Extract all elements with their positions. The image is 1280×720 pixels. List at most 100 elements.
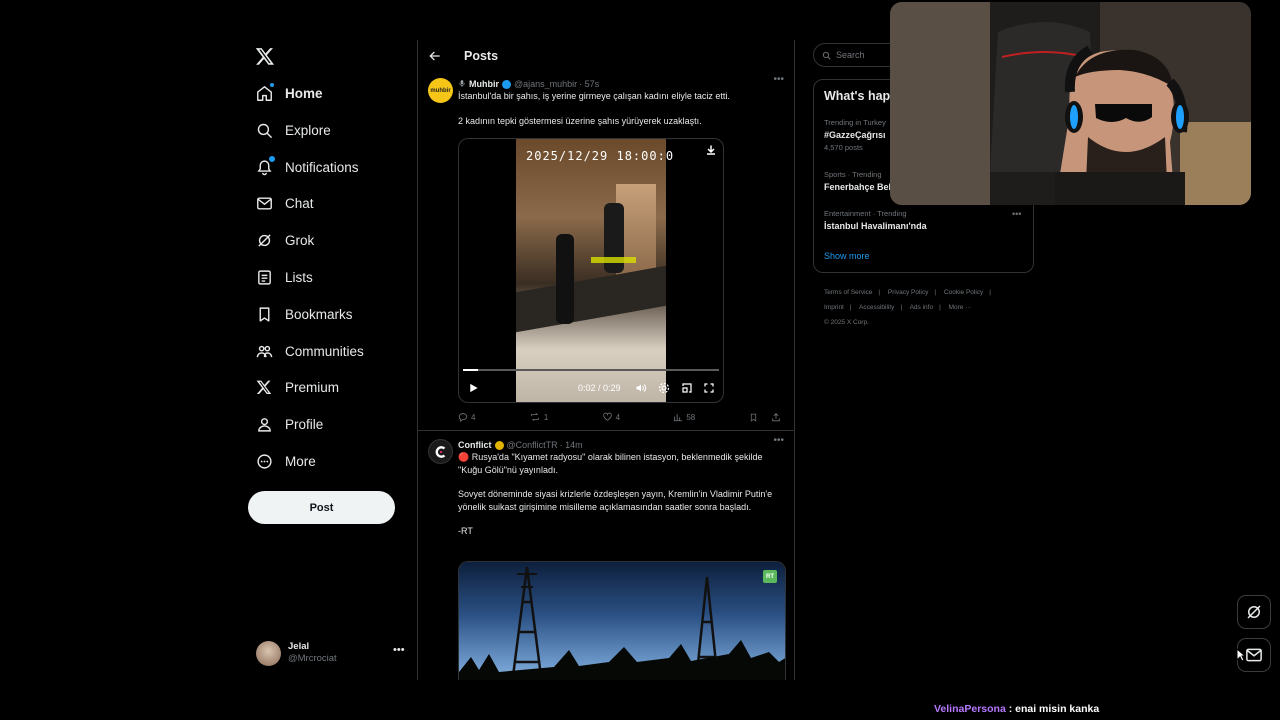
search-icon: [255, 121, 273, 139]
verified-badge-icon: [502, 79, 511, 89]
nav-lists[interactable]: Lists: [255, 262, 313, 292]
list-icon: [255, 268, 273, 286]
avatar[interactable]: muhbir: [428, 78, 453, 103]
settings-icon[interactable]: [658, 382, 670, 394]
reply-button[interactable]: 4: [458, 412, 529, 422]
more-icon[interactable]: •••: [1012, 209, 1021, 219]
like-count: 4: [615, 412, 621, 422]
trend-context: Entertainment · Trending: [824, 209, 907, 218]
nav-profile[interactable]: Profile: [255, 409, 323, 439]
x-logo-icon[interactable]: [255, 46, 275, 66]
tweet[interactable]: muhbir Muhbir @ajans_muhbir · 57s İstanb…: [418, 72, 794, 431]
author-handle[interactable]: @ConflictTR: [507, 440, 558, 450]
volume-icon[interactable]: [635, 382, 647, 394]
video-timestamp-overlay: 2025/12/29 18:00:0: [526, 149, 675, 163]
play-icon[interactable]: [468, 382, 479, 394]
view-count: 58: [686, 412, 696, 422]
stream-chat-message: VelinaPersona : enai misin kanka: [934, 703, 1099, 715]
bookmark-button[interactable]: [749, 412, 761, 423]
share-button[interactable]: [771, 412, 784, 423]
avatar: [256, 640, 281, 666]
nav-label: Home: [285, 85, 323, 101]
nav-label: Grok: [285, 232, 315, 248]
avatar-logo-text: muhbir: [430, 87, 451, 94]
more-circle-icon: [255, 452, 273, 470]
rt-logo-icon: RT: [763, 570, 777, 583]
views-icon: [674, 414, 683, 422]
author-name[interactable]: Muhbir: [469, 79, 499, 89]
reply-count: 4: [471, 412, 476, 422]
nav-communities[interactable]: Communities: [255, 336, 364, 366]
tweet-time[interactable]: · 57s: [579, 79, 599, 89]
grok-floating-button[interactable]: [1237, 595, 1271, 629]
nav-more[interactable]: More: [255, 446, 316, 476]
author-handle[interactable]: @ajans_muhbir: [514, 79, 577, 89]
nav-label: Communities: [285, 343, 364, 359]
tweet[interactable]: Conflict @ConflictTR · 14m 🔴 Rusya'da "K…: [418, 431, 794, 680]
repost-count: 1: [543, 412, 549, 422]
chat-message-text: : enai misin kanka: [1005, 703, 1100, 715]
more-icon[interactable]: •••: [773, 435, 784, 446]
footer-link[interactable]: Imprint: [824, 304, 844, 311]
tweet-header: Muhbir @ajans_muhbir · 57s: [458, 78, 782, 90]
back-arrow-icon[interactable]: [428, 49, 442, 63]
account-handle: @Mrcrociat: [288, 653, 337, 664]
nav-premium[interactable]: Premium: [255, 372, 339, 402]
nav-chat[interactable]: Chat: [255, 188, 314, 218]
post-button[interactable]: Post: [248, 491, 395, 524]
trend-item[interactable]: Entertainment · Trending İstanbul Havali…: [824, 209, 1024, 231]
download-icon[interactable]: [705, 143, 717, 157]
nav-notifications[interactable]: Notifications: [255, 152, 359, 182]
person-icon: [255, 415, 273, 433]
timeline-header: Posts: [418, 40, 794, 72]
author-name[interactable]: Conflict: [458, 440, 492, 450]
heart-icon: [602, 412, 612, 421]
video-time: 0:02 / 0:29: [578, 383, 621, 393]
like-button[interactable]: 4: [602, 412, 674, 422]
repost-button[interactable]: 1: [529, 412, 602, 422]
footer-link[interactable]: More ···: [949, 304, 972, 311]
footer-link[interactable]: Terms of Service: [824, 289, 872, 296]
mouse-cursor-icon: [1236, 648, 1246, 662]
nav-explore[interactable]: Explore: [255, 115, 331, 145]
nav-label: Bookmarks: [285, 306, 353, 322]
video-progress-bar[interactable]: [463, 369, 719, 371]
copyright: © 2025 X Corp.: [824, 319, 869, 326]
tweet-text: Sovyet döneminde siyasi krizlerle özdeşl…: [458, 489, 775, 512]
video-frame: [516, 139, 666, 402]
avatar[interactable]: [428, 439, 453, 464]
screen: Home Explore Notifications Chat Grok Lis…: [0, 0, 1280, 720]
search-icon: [822, 51, 831, 60]
nav-label: Notifications: [285, 159, 359, 175]
nav-label: Explore: [285, 122, 331, 138]
views-button[interactable]: 58: [673, 412, 749, 422]
tweet-header: Conflict @ConflictTR · 14m: [458, 439, 782, 451]
bookmark-icon: [750, 413, 757, 422]
nav-label: Lists: [285, 269, 313, 285]
account-switcher[interactable]: Jelal @Mrcrociat •••: [256, 638, 406, 668]
fullscreen-icon[interactable]: [703, 382, 715, 394]
radio-towers-image: [459, 566, 785, 680]
footer-links: Terms of Service | Privacy Policy | Cookie…: [824, 285, 1024, 330]
more-icon[interactable]: •••: [393, 644, 405, 656]
picture-in-picture-icon[interactable]: [681, 382, 693, 394]
chat-username: VelinaPersona: [934, 703, 1006, 715]
footer-link[interactable]: Accessibility: [859, 304, 894, 311]
trend-name: İstanbul Havalimanı'nda: [824, 221, 927, 231]
show-more-link[interactable]: Show more: [824, 251, 870, 261]
nav-home[interactable]: Home: [255, 78, 323, 108]
reply-icon: [458, 413, 468, 422]
nav-bookmarks[interactable]: Bookmarks: [255, 299, 353, 329]
tweet-time[interactable]: · 14m: [560, 440, 583, 450]
video-player[interactable]: 2025/12/29 18:00:0 0:02 / 0:29: [458, 138, 724, 403]
tweet-image[interactable]: RT: [458, 561, 786, 680]
footer-link[interactable]: Ads info: [910, 304, 934, 311]
more-icon[interactable]: •••: [773, 74, 784, 85]
tweet-text: İstanbul'da bir şahıs, iş yerine girmeye…: [458, 91, 730, 101]
webcam-overlay: [890, 2, 1251, 205]
footer-link[interactable]: Privacy Policy: [888, 289, 928, 296]
conflict-logo-icon: [435, 445, 445, 458]
nav-grok[interactable]: Grok: [255, 225, 314, 255]
footer-link[interactable]: Cookie Policy: [944, 289, 983, 296]
verified-badge-icon: [494, 440, 504, 450]
